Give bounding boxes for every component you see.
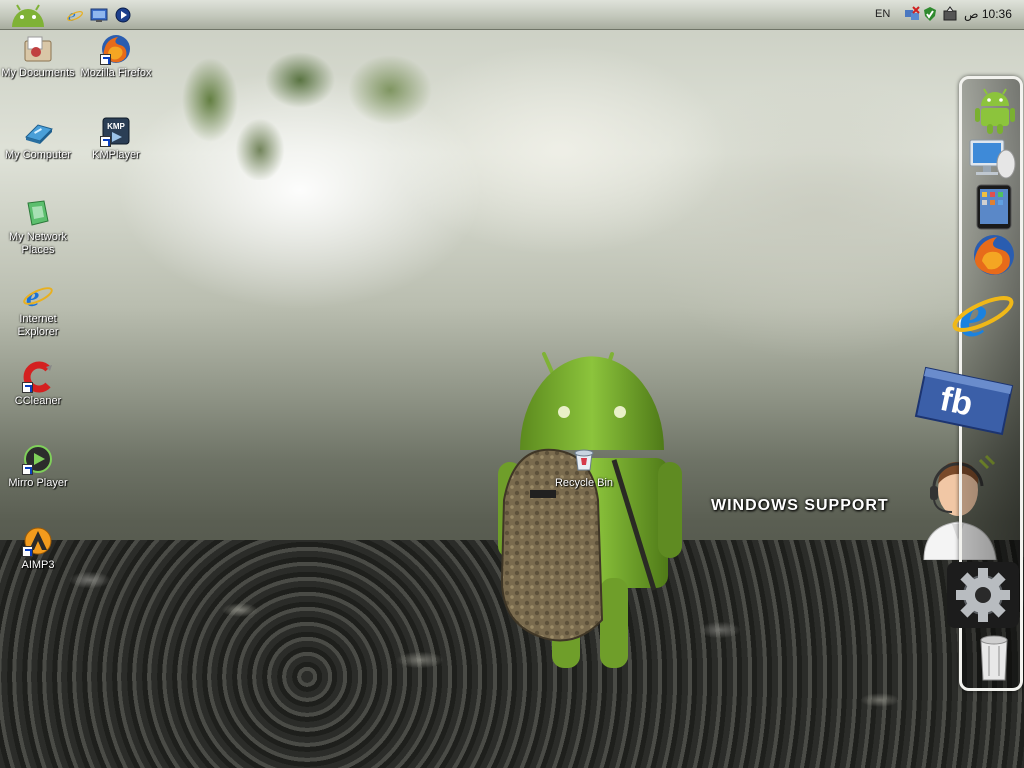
dock-trash-can-icon[interactable] [977, 632, 1011, 682]
recycle-bin-icon [568, 443, 600, 475]
windows-support-label[interactable]: WINDOWS SUPPORT [711, 497, 889, 515]
taskbar: e EN 10:36 ص [0, 0, 1024, 30]
shortcut-arrow-icon [100, 54, 111, 65]
mirro-player-icon [22, 443, 54, 475]
desktop-icon-label: My Network Places [8, 231, 68, 256]
shortcut-arrow-icon [22, 382, 33, 393]
network-icon[interactable] [904, 6, 920, 22]
android-robot-illustration [498, 352, 682, 668]
desktop-icon-label: My Documents [1, 67, 75, 79]
shortcut-arrow-icon [22, 464, 33, 475]
shortcut-arrow-icon [100, 136, 111, 147]
quick-launch-internet-explorer-icon[interactable]: e [66, 6, 84, 24]
security-icon[interactable] [922, 6, 938, 22]
desktop-icon-label: Internet Explorer [17, 313, 59, 338]
desktop-icon-mirro-player[interactable]: Mirro Player [0, 443, 76, 490]
folder-documents-icon [22, 33, 54, 65]
dock-facebook-icon[interactable]: fb [912, 364, 1016, 436]
dock-android-icon[interactable] [975, 88, 1015, 134]
desktop-icon-mozilla-firefox[interactable]: Mozilla Firefox [78, 33, 154, 80]
dock-computer-monitor-icon[interactable] [968, 138, 1018, 180]
dock-tablet-icon[interactable] [976, 184, 1012, 230]
start-button-android-icon[interactable] [8, 3, 48, 27]
desktop-icon-ccleaner[interactable]: CCleaner [0, 361, 76, 408]
desktop-icon-label: My Computer [4, 149, 72, 161]
dock-firefox-icon[interactable] [971, 232, 1017, 278]
computer-icon [22, 115, 54, 147]
desktop-icon-label: Mirro Player [8, 477, 68, 489]
aimp3-icon [22, 525, 54, 557]
desktop-icon-kmplayer[interactable]: KMP KMPlayer [78, 115, 154, 162]
desktop-icon-label: Mozilla Firefox [80, 67, 152, 79]
dock-settings-gear-icon[interactable] [947, 562, 1019, 628]
dock-internet-explorer-icon[interactable]: e [950, 282, 1016, 344]
safely-remove-hardware-icon[interactable] [942, 6, 958, 22]
desktop-icon-aimp3[interactable]: AIMP3 [0, 525, 76, 572]
desktop-icon-label: CCleaner [14, 395, 62, 407]
desktop-icon-recycle-bin[interactable]: Recycle Bin [546, 443, 622, 490]
svg-text:KMP: KMP [107, 122, 125, 131]
ccleaner-icon [22, 361, 54, 393]
desktop-icon-my-computer[interactable]: My Computer [0, 115, 76, 162]
shortcut-arrow-icon [22, 546, 33, 557]
quick-launch-media-player-icon[interactable] [114, 6, 132, 24]
quick-launch-show-desktop-icon[interactable] [90, 6, 108, 24]
desktop-icon-label: KMPlayer [92, 149, 140, 161]
desktop-icon-label: Recycle Bin [554, 477, 614, 489]
wallpaper-leaves [150, 20, 470, 180]
internet-explorer-icon: e [22, 279, 54, 313]
network-places-icon [22, 197, 54, 229]
desktop-icon-label: AIMP3 [21, 559, 55, 571]
taskbar-clock[interactable]: 10:36 ص [964, 7, 1012, 21]
desktop-icon-my-documents[interactable]: My Documents [0, 33, 76, 80]
desktop-icon-my-network-places[interactable]: My Network Places [0, 197, 76, 257]
desktop-icon-internet-explorer[interactable]: e Internet Explorer [0, 279, 76, 339]
firefox-icon [100, 33, 132, 65]
svg-text:e: e [68, 6, 76, 24]
kmplayer-icon: KMP [100, 115, 132, 147]
language-indicator[interactable]: EN [875, 8, 890, 20]
